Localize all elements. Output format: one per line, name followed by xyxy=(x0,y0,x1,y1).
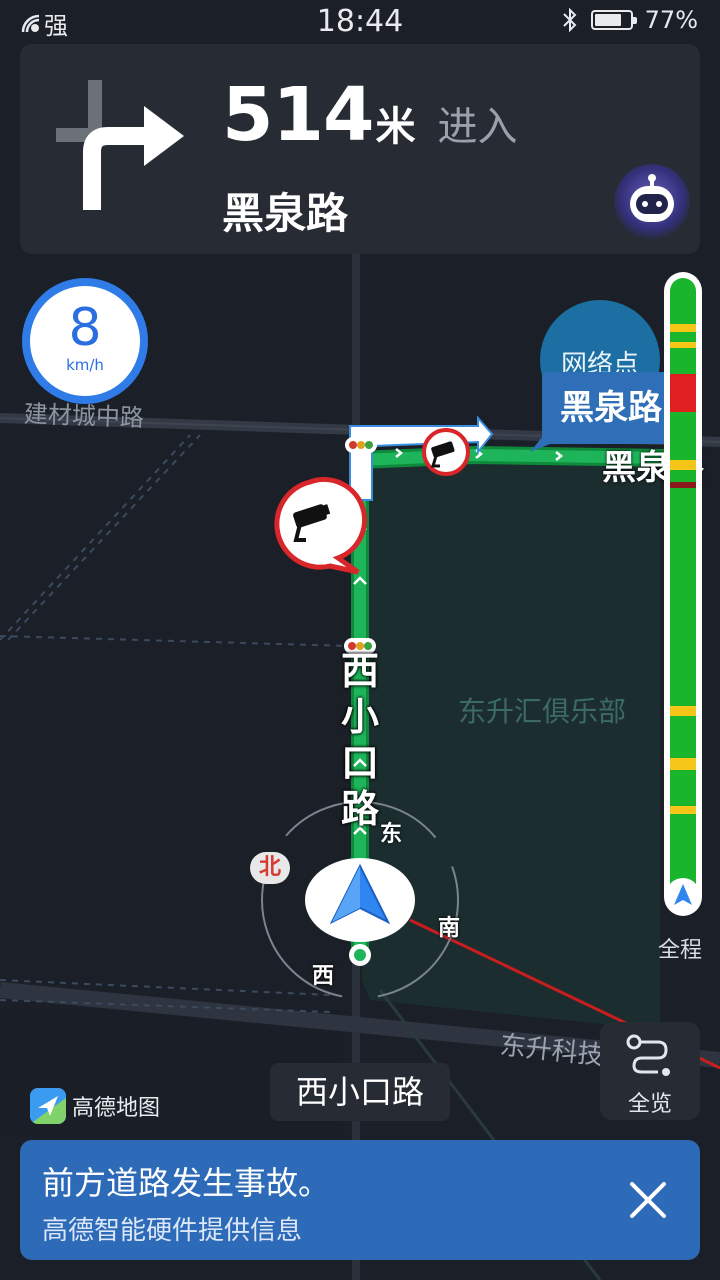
current-road-vertical-label: 西 小 口 路 xyxy=(338,648,382,832)
notification-subtitle: 高德智能硬件提供信息 xyxy=(42,1216,303,1246)
road-char: 西 xyxy=(340,649,379,693)
maneuver-action: 进入 xyxy=(437,104,518,150)
voice-assistant-button[interactable] xyxy=(614,164,690,240)
speed-camera-icon xyxy=(422,428,470,476)
brand-watermark: 高德地图 xyxy=(30,1088,160,1124)
guidance-panel[interactable]: 514 米 进入 黑泉路 xyxy=(20,44,700,254)
severe-segment xyxy=(670,482,696,488)
brand-name: 高德地图 xyxy=(72,1096,161,1121)
next-road-name: 黑泉路 xyxy=(222,189,349,238)
congested-segment xyxy=(670,374,696,412)
battery-icon xyxy=(590,10,637,30)
road-char: 口 xyxy=(340,741,379,785)
compass-south: 南 xyxy=(438,916,461,941)
compass-east: 东 xyxy=(380,822,403,847)
turn-right-arrow-icon xyxy=(56,80,184,210)
road-char: 路 xyxy=(340,787,379,831)
compass-north[interactable]: 北 xyxy=(250,852,290,884)
battery-percent: 77% xyxy=(644,6,698,34)
slow-segment xyxy=(670,806,696,814)
road-label-top: 建材城中路 xyxy=(23,399,145,433)
full-route-label: 全程 xyxy=(658,938,703,963)
traffic-progress-bar[interactable] xyxy=(664,272,702,916)
car-arrow-icon xyxy=(674,884,692,905)
speedometer: 8 km/h xyxy=(22,278,148,404)
progress-car-marker xyxy=(666,878,700,912)
distance-value: 514 xyxy=(222,72,374,158)
road-char: 小 xyxy=(340,695,379,739)
amap-logo-icon xyxy=(30,1088,66,1124)
traffic-bar-segments xyxy=(670,278,696,910)
route-overview-icon xyxy=(626,1034,670,1076)
bluetooth-icon xyxy=(562,7,577,33)
route-overview-label: 全览 xyxy=(627,1092,672,1117)
slow-segment xyxy=(670,460,696,470)
status-bar: 强 18:44 77% xyxy=(0,0,720,44)
slow-segment xyxy=(670,706,696,716)
slow-segment xyxy=(670,342,696,348)
poi-label: 东升汇俱乐部 xyxy=(458,695,627,728)
route-overview-button[interactable]: 全览 xyxy=(600,1022,700,1120)
compass-west: 西 xyxy=(312,964,335,989)
close-icon[interactable] xyxy=(624,1176,672,1224)
current-road-name: 西小口路 xyxy=(270,1063,450,1121)
robot-assistant-icon xyxy=(630,174,674,222)
slow-segment xyxy=(670,758,696,770)
notification-title: 前方道路发生事故。 xyxy=(42,1164,331,1202)
slow-segment xyxy=(670,324,696,332)
destination-tag[interactable]: 黑泉路 xyxy=(542,372,672,444)
distance-unit: 米 xyxy=(375,104,416,150)
traffic-light-icon xyxy=(345,437,377,453)
speed-unit: km/h xyxy=(66,356,104,374)
incident-notification[interactable]: 前方道路发生事故。 高德智能硬件提供信息 xyxy=(20,1140,700,1260)
speed-value: 8 xyxy=(68,298,102,358)
